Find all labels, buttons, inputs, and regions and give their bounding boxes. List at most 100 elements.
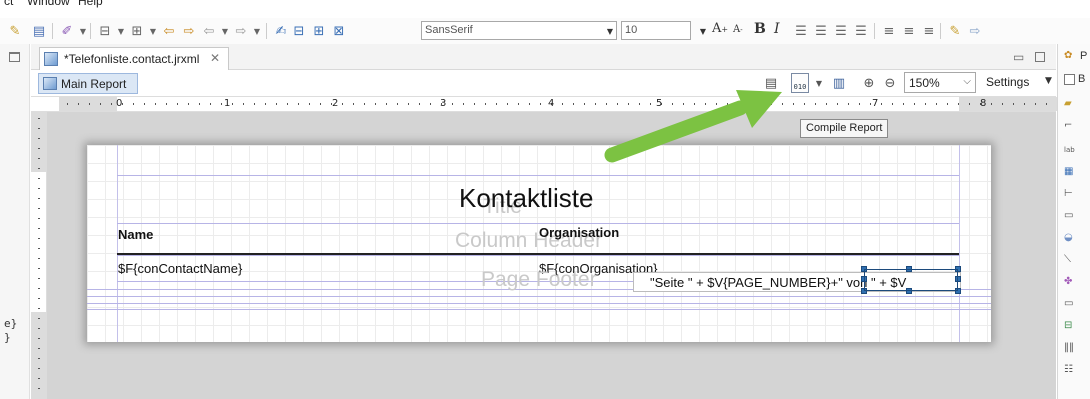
ruler-tick — [474, 103, 475, 105]
forward-arrow-icon[interactable]: ⇨ — [180, 22, 198, 40]
ruler-tick — [38, 198, 40, 199]
ruler-tick — [1024, 103, 1025, 105]
ellipse-icon[interactable]: ◒ — [1064, 232, 1078, 244]
ruler-tick — [342, 103, 343, 105]
settings-menu[interactable]: Settings — [986, 75, 1029, 89]
frame-icon[interactable]: ⌐ — [1064, 120, 1078, 132]
component-icon[interactable]: ✤ — [1064, 276, 1078, 288]
report-title[interactable]: Kontaktliste — [459, 183, 593, 214]
ruler-tick — [221, 103, 222, 105]
subreport-icon[interactable]: ⊟ — [1064, 320, 1078, 332]
ruler-tick — [38, 178, 40, 179]
valign-top-icon[interactable]: ≡ — [880, 22, 898, 40]
label-icon[interactable]: lab — [1064, 144, 1078, 156]
layout-icon[interactable]: ⊟ — [290, 22, 308, 40]
ruler-tick — [78, 103, 79, 105]
report-icon — [43, 77, 57, 90]
left-panel: e} } — [0, 44, 30, 399]
image-icon[interactable]: ▦ — [1064, 166, 1078, 178]
bold-button[interactable]: B — [754, 21, 766, 37]
list-icon[interactable]: ☷ — [1064, 364, 1078, 376]
grow-font-label: A — [712, 21, 722, 36]
zoom-out-icon[interactable]: ⊖ — [882, 75, 898, 91]
folder-icon[interactable]: ▰ — [1064, 98, 1078, 110]
ruler-tick — [782, 103, 783, 105]
align-left-icon[interactable]: ☰ — [792, 22, 810, 40]
ruler-number: 6 — [764, 98, 771, 109]
ruler-tick — [38, 128, 40, 129]
back-arrow-icon[interactable]: ⇦ — [160, 22, 178, 40]
field-contact-name[interactable]: $F{conContactName} — [118, 261, 242, 276]
main-report-label: Main Report — [61, 77, 127, 91]
grid-icon[interactable]: ⊞ — [310, 22, 328, 40]
column-header-name[interactable]: Name — [118, 227, 153, 242]
italic-button[interactable]: I — [774, 21, 780, 37]
menu-item-window[interactable]: Window — [27, 0, 70, 8]
pencil-icon[interactable]: ✎ — [946, 22, 964, 40]
chevron-down-icon[interactable]: ▼ — [248, 22, 266, 40]
menu-item-help[interactable]: Help — [78, 0, 103, 8]
align-justify-icon[interactable]: ☰ — [852, 22, 870, 40]
summary-band-line-2 — [87, 309, 991, 310]
ruler-tick — [1035, 103, 1036, 105]
chevron-down-icon: ⌵ — [963, 76, 971, 87]
zoom-select[interactable]: 150% ⌵ — [904, 72, 976, 93]
ruler-tick — [1013, 103, 1014, 105]
ruler-tick — [38, 338, 40, 339]
chevron-down-icon[interactable]: ▼ — [811, 75, 827, 91]
line-icon[interactable]: ⊢ — [1064, 188, 1078, 200]
ruler-tick — [309, 103, 310, 105]
design-canvas[interactable]: Title Kontaktliste Column Header Name Or… — [47, 112, 1056, 399]
compile-report-button[interactable]: 010 — [791, 73, 809, 93]
ruler-tick — [848, 103, 849, 105]
valign-middle-icon[interactable]: ≡ — [900, 22, 918, 40]
preview-icon[interactable]: ▥ — [831, 75, 847, 91]
column-header-organisation[interactable]: Organisation — [539, 225, 619, 240]
edit-icon[interactable]: ✍ — [272, 22, 290, 40]
wizard-icon[interactable]: ✎ — [6, 22, 24, 40]
editor-tab-bar: *Telefonliste.contact.jrxml ✕ ▭ — [31, 44, 1056, 70]
ruler-tick — [38, 318, 40, 319]
ruler-tick — [38, 308, 40, 309]
page-icon[interactable]: ▤ — [763, 75, 779, 91]
table-icon[interactable]: ⊠ — [330, 22, 348, 40]
rectangle-icon[interactable]: ▭ — [1064, 210, 1078, 222]
ruler-tick — [716, 103, 717, 105]
maximize-icon[interactable] — [1035, 52, 1045, 62]
barcode-icon[interactable]: ‖‖ — [1064, 342, 1078, 354]
minimize-icon[interactable]: ▭ — [1013, 50, 1024, 64]
close-icon[interactable]: ✕ — [210, 51, 220, 65]
ruler-tick — [419, 103, 420, 105]
font-size-select[interactable]: 10 — [621, 21, 691, 40]
header-separator-line[interactable] — [117, 253, 959, 255]
shrink-font-button[interactable]: A- — [733, 24, 743, 35]
checkbox[interactable] — [1064, 74, 1075, 85]
ruler-tick — [507, 103, 508, 105]
diagonal-line-icon[interactable]: ⟍ — [1064, 254, 1078, 266]
chevron-down-icon[interactable]: ▼ — [694, 22, 712, 40]
ruler-tick — [485, 103, 486, 105]
ruler-tick — [815, 103, 816, 105]
grow-font-button[interactable]: A+ — [712, 21, 728, 36]
main-report-button[interactable]: Main Report — [38, 73, 138, 94]
zoom-in-icon[interactable]: ⊕ — [861, 75, 877, 91]
restore-icon[interactable] — [9, 52, 20, 62]
valign-bottom-icon[interactable]: ≡ — [920, 22, 938, 40]
ruler-tick — [364, 103, 365, 105]
align-right-icon[interactable]: ☰ — [832, 22, 850, 40]
ruler-tick — [628, 103, 629, 105]
chevron-down-icon[interactable]: ▼ — [1045, 76, 1052, 86]
report-icon[interactable]: ▤ — [30, 22, 48, 40]
align-center-icon[interactable]: ☰ — [812, 22, 830, 40]
editor-tab[interactable]: *Telefonliste.contact.jrxml ✕ — [39, 47, 229, 70]
arrow-icon[interactable]: ⇨ — [966, 22, 984, 40]
report-page[interactable]: Title Kontaktliste Column Header Name Or… — [87, 145, 991, 342]
ruler-tick — [144, 103, 145, 105]
ruler-tick — [155, 103, 156, 105]
text-field-icon[interactable]: ▭ — [1064, 298, 1078, 310]
ruler-tick — [408, 103, 409, 105]
font-name-select[interactable]: SansSerif ▼ — [421, 21, 617, 40]
ruler-tick — [177, 103, 178, 105]
menu-item-partial[interactable]: ct — [4, 0, 13, 8]
properties-icon[interactable]: ✿ — [1064, 50, 1078, 62]
